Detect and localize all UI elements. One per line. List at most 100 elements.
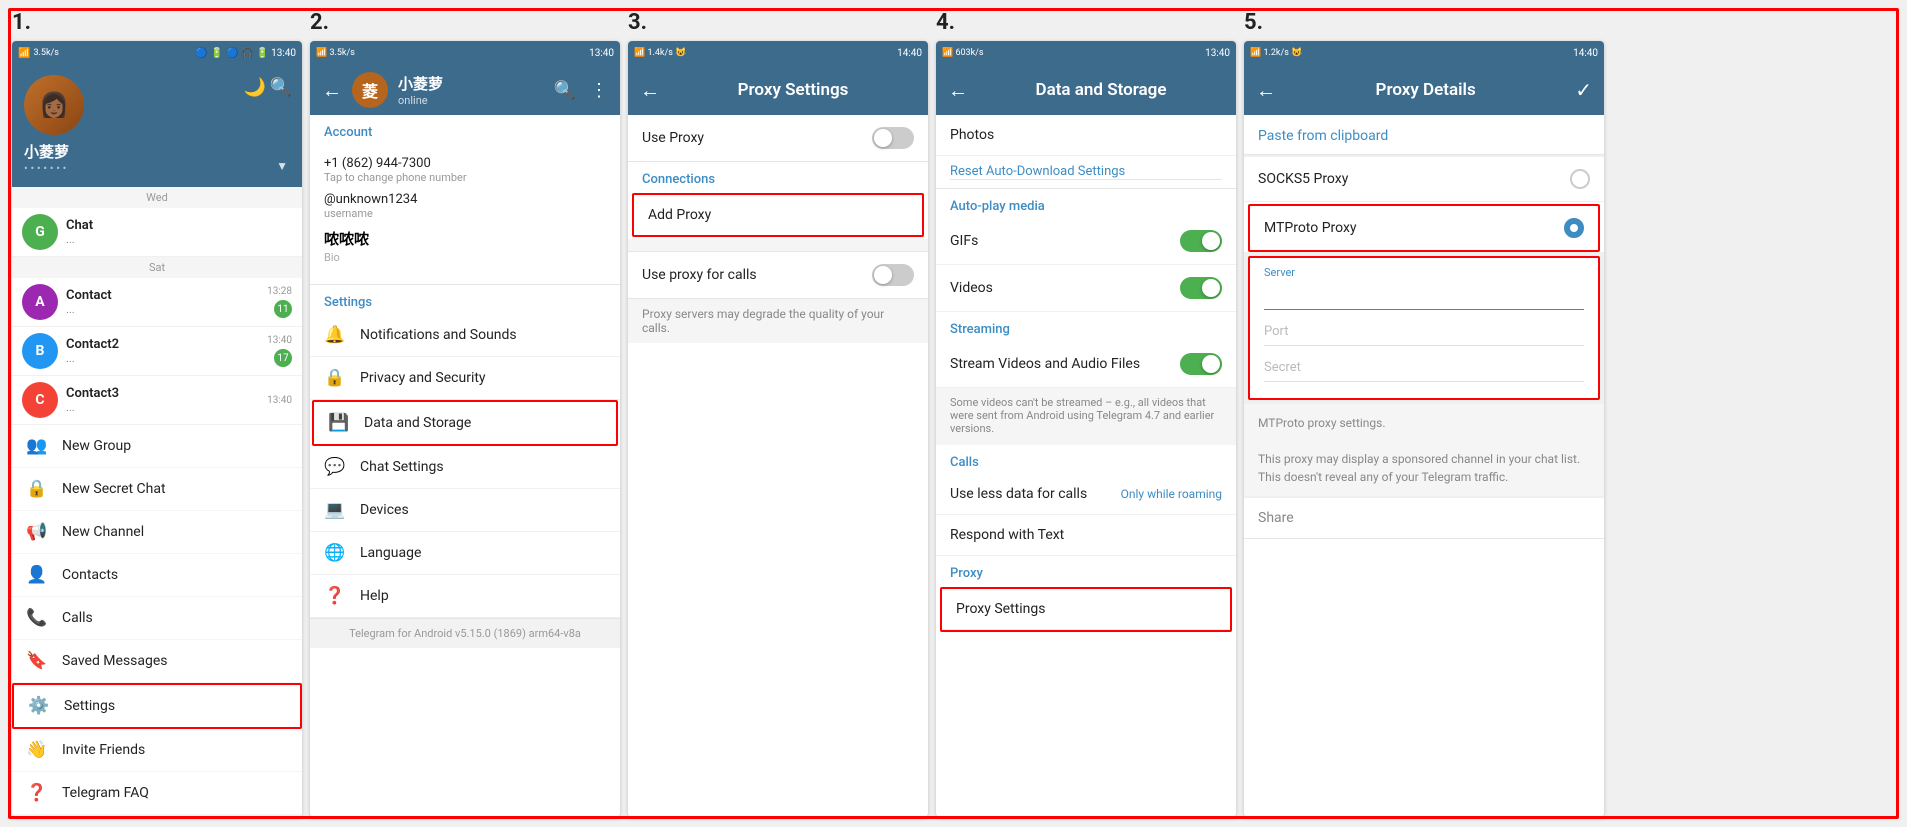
use-proxy-calls-row: Use proxy for calls <box>628 251 928 299</box>
less-data-item: Use less data for calls Only while roami… <box>936 474 1236 515</box>
paste-from-clipboard-row[interactable]: Paste from clipboard <box>1244 115 1604 155</box>
socks5-radio-row[interactable]: SOCKS5 Proxy <box>1244 157 1604 202</box>
secret-field-wrapper: Secret <box>1264 354 1584 382</box>
chat-settings-label: Chat Settings <box>360 459 444 475</box>
search-icon[interactable]: 🔍 <box>270 77 292 98</box>
header-avatar-screen2: 菱 <box>352 72 388 108</box>
faq-icon: ❓ <box>26 782 48 804</box>
settings-language[interactable]: 🌐 Language <box>310 532 620 575</box>
back-button-screen2[interactable]: ← <box>322 78 342 103</box>
menu-settings[interactable]: ⚙️ Settings <box>12 683 302 729</box>
menu-calls[interactable]: 📞 Calls <box>12 597 302 640</box>
use-proxy-calls-toggle[interactable] <box>872 264 914 286</box>
proxy-settings-row[interactable]: Proxy Settings <box>940 587 1232 632</box>
server-label: Server <box>1264 266 1584 279</box>
chat-info-1: Chat ... <box>66 218 284 246</box>
chat-avatar-4: C <box>22 382 58 418</box>
mtproto-radio[interactable] <box>1564 218 1584 238</box>
chat-item-3[interactable]: B Contact2 ... 13:40 17 <box>12 327 302 376</box>
data-storage-label: Data and Storage <box>364 415 471 431</box>
back-button-screen5[interactable]: ← <box>1256 78 1276 103</box>
reset-label: Reset Auto-Download Settings <box>950 164 1222 180</box>
screen5-frame: 📶 1.2k/s 😺 14:40 ← Proxy Details ✓ Paste… <box>1244 41 1604 817</box>
settings-devices[interactable]: 💻 Devices <box>310 489 620 532</box>
stream-knob <box>1202 355 1220 373</box>
privacy-label: Privacy and Security <box>360 370 486 386</box>
profile-username-hint: username <box>324 207 606 220</box>
settings-chat[interactable]: 💬 Chat Settings <box>310 446 620 489</box>
proxy-settings-item: Proxy Settings <box>942 589 1230 630</box>
secret-chat-icon: 🔒 <box>26 478 48 500</box>
arrow-down-icon: ▼ <box>276 159 288 173</box>
menu-faq[interactable]: ❓ Telegram FAQ <box>12 772 302 815</box>
chat-meta-3: 13:40 17 <box>267 335 292 367</box>
proxy-details-title: Proxy Details <box>1276 80 1575 100</box>
menu-invite-friends[interactable]: 👋 Invite Friends <box>12 729 302 772</box>
more-icon-screen2[interactable]: ⋮ <box>590 80 608 101</box>
respond-label: Respond with Text <box>950 527 1064 543</box>
menu-secret-chat-label: New Secret Chat <box>62 481 166 497</box>
s5-signal: 📶 1.2k/s 😺 <box>1250 48 1302 58</box>
chat-item-2[interactable]: A Contact ... 13:28 11 <box>12 278 302 327</box>
add-proxy-label: Add Proxy <box>648 207 711 223</box>
settings-notifications[interactable]: 🔔 Notifications and Sounds <box>310 314 620 357</box>
back-button-screen3[interactable]: ← <box>640 78 660 103</box>
menu-new-group[interactable]: 👥 New Group <box>12 425 302 468</box>
signal-icon: 📶 <box>18 48 30 59</box>
chat-msg-1: ... <box>66 233 284 246</box>
language-icon: 🌐 <box>324 543 346 563</box>
stream-toggle[interactable] <box>1180 353 1222 375</box>
mtproto-radio-row[interactable]: MTProto Proxy <box>1248 204 1600 252</box>
videos-toggle[interactable] <box>1180 277 1222 299</box>
invite-friends-icon: 👋 <box>26 739 48 761</box>
menu-contacts-label: Contacts <box>62 567 118 583</box>
menu-saved-label: Saved Messages <box>62 653 168 669</box>
menu-contacts[interactable]: 👤 Contacts <box>12 554 302 597</box>
menu-saved-messages[interactable]: 🔖 Saved Messages <box>12 640 302 683</box>
wifi-icon: 3.5k/s <box>33 48 58 58</box>
chat-meta-4: 13:40 <box>267 395 292 406</box>
screen4-status-bar: 📶 603k/s 13:40 <box>936 41 1236 65</box>
use-proxy-label: Use Proxy <box>642 130 704 146</box>
use-proxy-toggle[interactable] <box>872 127 914 149</box>
check-button-screen5[interactable]: ✓ <box>1575 78 1592 102</box>
settings-help[interactable]: ❓ Help <box>310 575 620 618</box>
less-data-value: Only while roaming <box>1121 487 1222 501</box>
step5-wrapper: 5. 📶 1.2k/s 😺 14:40 ← Proxy Details ✓ Pa… <box>1244 10 1604 817</box>
proxy-type-group: SOCKS5 Proxy MTProto Proxy <box>1244 157 1604 252</box>
chat-meta-2: 13:28 11 <box>267 286 292 318</box>
back-button-screen4[interactable]: ← <box>948 78 968 103</box>
proxy-section-title: Proxy <box>936 556 1236 585</box>
version-bar: Telegram for Android v5.15.0 (1869) arm6… <box>310 618 620 648</box>
secret-placeholder: Secret <box>1264 354 1584 382</box>
search-icon-screen2[interactable]: 🔍 <box>554 80 576 101</box>
chat-msg-3: ... <box>66 352 259 365</box>
server-input[interactable] <box>1264 281 1584 310</box>
socks5-radio[interactable] <box>1570 169 1590 189</box>
profile-section: +1 (862) 944-7300 Tap to change phone nu… <box>310 144 620 285</box>
s4-time: 13:40 <box>1205 48 1230 59</box>
chat-item-1[interactable]: G Chat ... <box>12 208 302 257</box>
gifs-toggle[interactable] <box>1180 230 1222 252</box>
photos-item: Photos <box>936 115 1236 156</box>
menu-new-channel[interactable]: 📢 New Channel <box>12 511 302 554</box>
chat-name-3: Contact2 <box>66 337 259 352</box>
chat-name-1: Chat <box>66 218 284 233</box>
chat-item-4[interactable]: C Contact3 ... 13:40 <box>12 376 302 425</box>
videos-label: Videos <box>950 280 993 296</box>
new-group-icon: 👥 <box>26 435 48 457</box>
chat-date-sat: Sat <box>12 257 302 278</box>
autoplay-section: GIFs Videos <box>936 218 1236 312</box>
server-field-wrapper: Server <box>1264 266 1584 318</box>
settings-privacy[interactable]: 🔒 Privacy and Security <box>310 357 620 400</box>
settings-data-storage[interactable]: 💾 Data and Storage <box>312 400 618 446</box>
gifs-item: GIFs <box>936 218 1236 265</box>
screen3-header: ← Proxy Settings <box>628 65 928 115</box>
add-proxy-row[interactable]: Add Proxy <box>632 193 924 237</box>
help-icon: ❓ <box>324 586 346 606</box>
s4-status-left: 📶 603k/s <box>942 48 984 58</box>
step3-wrapper: 3. 📶 1.4k/s 😺 14:40 ← Proxy Settings Use… <box>628 10 928 817</box>
reset-auto-download[interactable]: Reset Auto-Download Settings <box>936 156 1236 189</box>
share-row[interactable]: Share <box>1244 498 1604 539</box>
menu-new-secret-chat[interactable]: 🔒 New Secret Chat <box>12 468 302 511</box>
